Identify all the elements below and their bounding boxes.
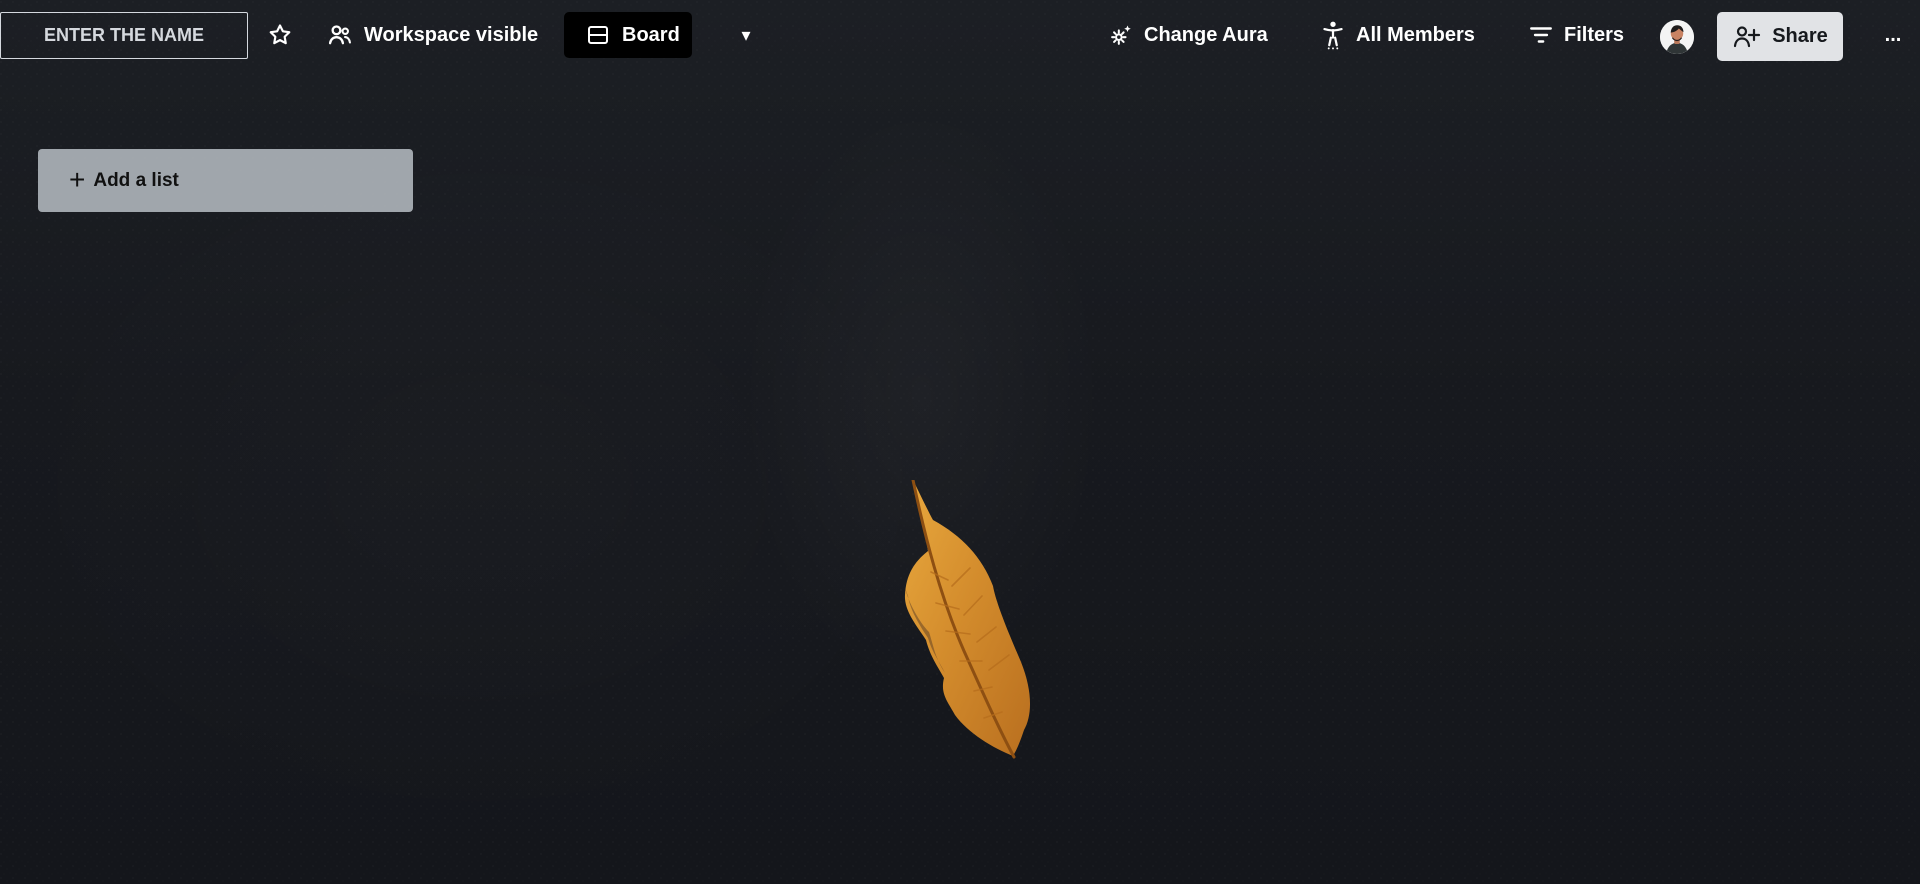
plus-icon: + [69, 163, 86, 195]
workspace-visibility-button[interactable]: Workspace visible [326, 12, 538, 58]
more-options-button[interactable]: ... [1880, 20, 1906, 50]
workspace-visibility-label: Workspace visible [364, 23, 539, 46]
share-button[interactable]: Share [1717, 12, 1843, 61]
board-view-label: Board [622, 23, 680, 46]
filters-label: Filters [1564, 23, 1625, 46]
background-grain-texture [0, 0, 1920, 884]
board-view-tab[interactable]: Board [564, 12, 692, 58]
board-name-input[interactable] [0, 12, 248, 59]
board-icon [588, 26, 608, 44]
more-options-icon: ... [1884, 23, 1902, 46]
user-avatar-image [1660, 20, 1694, 54]
share-label: Share [1772, 25, 1828, 47]
change-aura-button[interactable]: Change Aura [1108, 12, 1268, 58]
chevron-down-icon: ▾ [741, 24, 751, 45]
star-icon [269, 24, 291, 45]
people-icon [328, 25, 351, 45]
add-list-button[interactable]: + Add a list [38, 149, 413, 212]
favorite-board-button[interactable] [263, 17, 297, 53]
filters-button[interactable]: Filters [1528, 12, 1624, 58]
board-header-toolbar: Workspace visible Board ▾ Change Aura Al… [0, 0, 1920, 68]
user-avatar[interactable] [1660, 20, 1694, 54]
gear-sparkle-icon [1111, 25, 1131, 45]
accessibility-person-icon [1323, 21, 1343, 50]
change-aura-label: Change Aura [1144, 23, 1268, 46]
filter-icon [1530, 27, 1552, 43]
add-list-label: Add a list [93, 169, 179, 191]
view-dropdown-button[interactable]: ▾ [738, 12, 754, 58]
all-members-button[interactable]: All Members [1320, 12, 1475, 58]
leaf-background-image [904, 480, 1031, 759]
all-members-label: All Members [1356, 23, 1475, 46]
person-add-icon [1734, 25, 1761, 47]
